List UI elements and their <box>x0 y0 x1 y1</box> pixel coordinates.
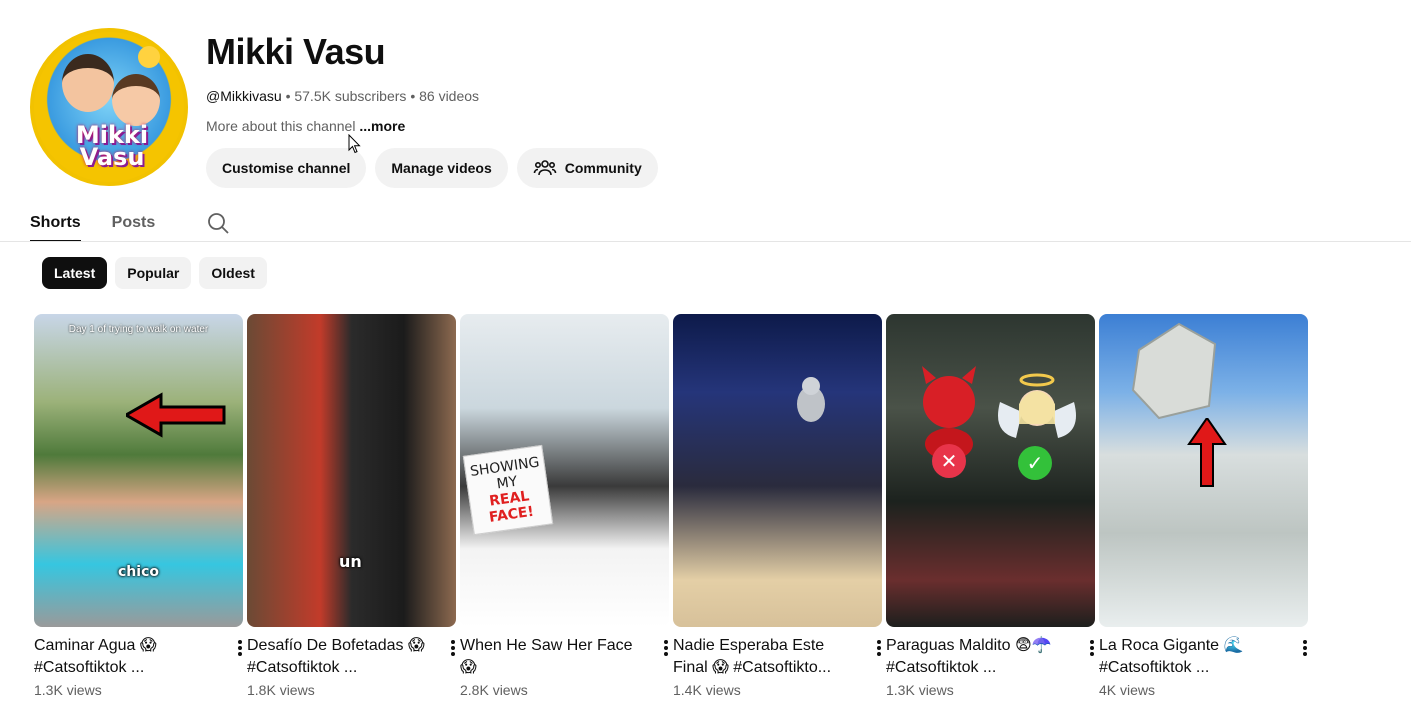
meta-separator: • <box>410 88 416 104</box>
short-thumbnail[interactable] <box>1099 314 1308 627</box>
channel-meta: @Mikkivasu • 57.5K subscribers • 86 vide… <box>206 88 658 104</box>
short-title[interactable]: Nadie Esperaba Este Final 😱 #Catsoftikto… <box>673 635 853 679</box>
short-card[interactable]: Day 1 of trying to walk on water chico C… <box>34 314 243 698</box>
short-views: 1.4K views <box>673 682 741 698</box>
community-button[interactable]: Community <box>516 148 658 188</box>
avatar-boy-illustration <box>62 54 114 112</box>
more-options-button[interactable] <box>1279 635 1308 679</box>
short-views: 1.3K views <box>886 682 954 698</box>
kitten-illustration <box>797 377 825 422</box>
red-arrow-icon <box>1187 418 1227 487</box>
short-title[interactable]: Caminar Agua 😱 #Catsoftiktok ... <box>34 635 214 679</box>
vertical-dots-icon <box>1090 640 1094 656</box>
short-views: 4K views <box>1099 682 1156 698</box>
meta-separator: • <box>285 88 291 104</box>
short-card[interactable]: La Roca Gigante 🌊 #Catsoftiktok ... 4K v… <box>1099 314 1308 698</box>
channel-about[interactable]: More about this channel ...more <box>206 118 658 134</box>
short-title[interactable]: La Roca Gigante 🌊 #Catsoftiktok ... <box>1099 635 1279 679</box>
people-icon <box>533 160 557 176</box>
more-link[interactable]: ...more <box>359 118 405 134</box>
short-thumbnail[interactable]: SHOWING MY REAL FACE! <box>460 314 669 627</box>
more-options-button[interactable] <box>1066 635 1095 679</box>
short-card[interactable]: un Desafío De Bofetadas 😱 #Catsoftiktok … <box>247 314 456 698</box>
short-thumbnail[interactable]: Day 1 of trying to walk on water chico <box>34 314 243 627</box>
short-meta: La Roca Gigante 🌊 #Catsoftiktok ... <box>1099 635 1308 679</box>
chip-latest[interactable]: Latest <box>42 257 108 289</box>
manage-videos-button[interactable]: Manage videos <box>375 148 508 188</box>
channel-header: Mikki Vasu Mikki Vasu @Mikkivasu • 57.5K… <box>30 28 658 188</box>
short-meta: Paraguas Maldito 😨☂️ #Catsoftiktok ... <box>886 635 1095 679</box>
vertical-dots-icon <box>1303 640 1307 656</box>
more-options-button[interactable] <box>214 635 243 679</box>
channel-name: Mikki Vasu <box>206 31 386 72</box>
avatar-logo-text: Mikki Vasu <box>75 121 149 171</box>
thumbnail-sign: SHOWING MY REAL FACE! <box>462 444 554 536</box>
short-meta: Nadie Esperaba Este Final 😱 #Catsoftikto… <box>673 635 882 679</box>
short-thumbnail[interactable]: ✕ ✓ <box>886 314 1095 627</box>
short-card[interactable]: SHOWING MY REAL FACE! When He Saw Her Fa… <box>460 314 669 698</box>
about-text: More about this channel <box>206 118 356 134</box>
vertical-dots-icon <box>877 640 881 656</box>
short-card[interactable]: Nadie Esperaba Este Final 😱 #Catsoftikto… <box>673 314 882 698</box>
more-options-button[interactable] <box>427 635 456 679</box>
more-options-button[interactable] <box>640 635 669 679</box>
short-title[interactable]: Desafío De Bofetadas 😱 #Catsoftiktok ... <box>247 635 427 679</box>
vertical-dots-icon <box>451 640 455 656</box>
channel-info: Mikki Vasu @Mikkivasu • 57.5K subscriber… <box>206 28 658 188</box>
channel-actions: Customise channel Manage videos Communit… <box>206 148 658 188</box>
customise-channel-button[interactable]: Customise channel <box>206 148 367 188</box>
short-card[interactable]: ✕ ✓ Paraguas Maldito 😨☂️ #Catsoftiktok .… <box>886 314 1095 698</box>
red-arrow-icon <box>126 392 226 438</box>
search-icon <box>208 213 229 234</box>
short-thumbnail[interactable] <box>673 314 882 627</box>
checkmark-icon: ✓ <box>1018 446 1052 480</box>
mouse-cursor-icon <box>348 134 361 154</box>
tab-shorts[interactable]: Shorts <box>30 204 81 242</box>
channel-tabs: Shorts Posts <box>30 204 230 242</box>
chip-popular[interactable]: Popular <box>115 257 192 289</box>
video-count: 86 videos <box>419 88 480 104</box>
more-options-button[interactable] <box>853 635 882 679</box>
avatar-girl-illustration <box>112 74 160 126</box>
short-meta: Desafío De Bofetadas 😱 #Catsoftiktok ... <box>247 635 456 679</box>
channel-avatar[interactable]: Mikki Vasu <box>30 28 188 186</box>
short-thumbnail[interactable]: un <box>247 314 456 627</box>
tab-posts[interactable]: Posts <box>112 204 156 242</box>
subscriber-count: 57.5K subscribers <box>294 88 407 104</box>
short-views: 1.3K views <box>34 682 102 698</box>
channel-handle: @Mikkivasu <box>206 88 282 104</box>
thumbnail-overlay-text: chico <box>118 564 159 580</box>
tabs-divider <box>0 241 1411 242</box>
thumbnail-overlay-text: un <box>339 552 362 571</box>
vertical-dots-icon <box>238 640 242 656</box>
giant-rock-illustration <box>1131 322 1217 420</box>
short-meta: Caminar Agua 😱 #Catsoftiktok ... <box>34 635 243 679</box>
short-views: 1.8K views <box>247 682 315 698</box>
chip-oldest[interactable]: Oldest <box>199 257 267 289</box>
short-title[interactable]: Paraguas Maldito 😨☂️ #Catsoftiktok ... <box>886 635 1066 679</box>
sort-chips: Latest Popular Oldest <box>42 257 267 289</box>
cross-icon: ✕ <box>932 444 966 478</box>
channel-search-button[interactable] <box>206 204 230 242</box>
short-title[interactable]: When He Saw Her Face 😱 <box>460 635 640 679</box>
vertical-dots-icon <box>664 640 668 656</box>
community-label: Community <box>564 160 642 176</box>
short-views: 2.8K views <box>460 682 528 698</box>
short-meta: When He Saw Her Face 😱 <box>460 635 669 679</box>
thumbnail-caption: Day 1 of trying to walk on water <box>68 324 209 335</box>
shorts-grid: Day 1 of trying to walk on water chico C… <box>34 314 1308 698</box>
sun-icon <box>138 46 160 68</box>
